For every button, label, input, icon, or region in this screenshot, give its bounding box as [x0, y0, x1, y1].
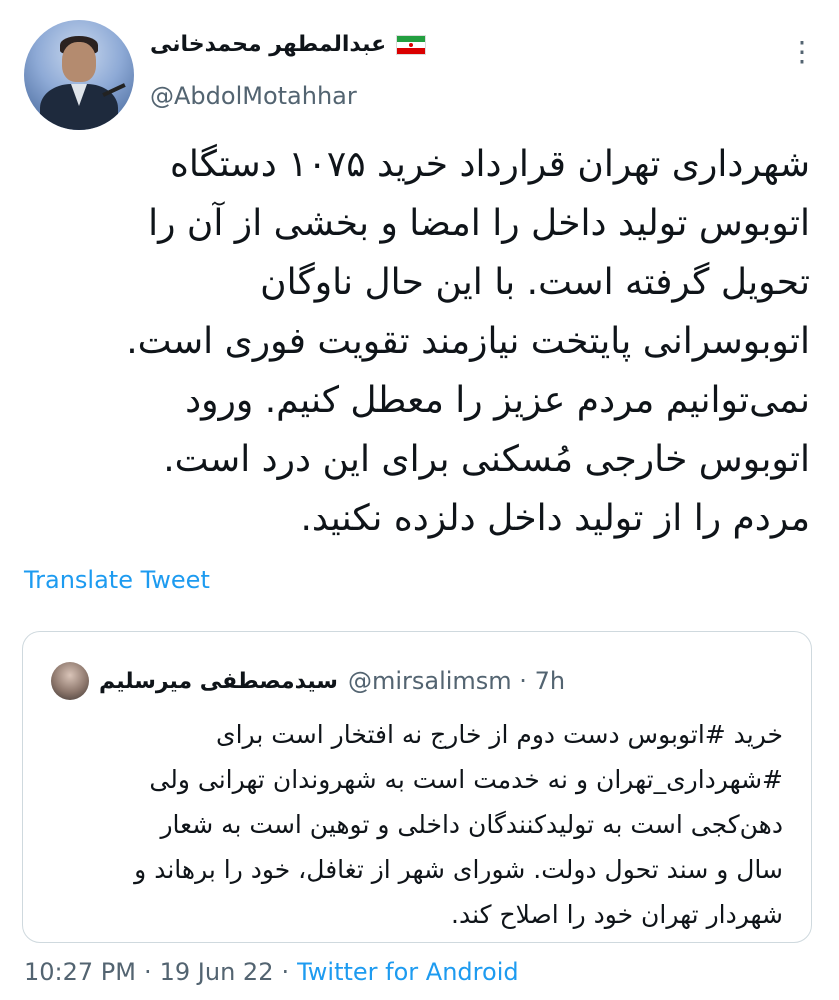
quoted-line: شهردار تهران خود را اصلاح کند.	[451, 900, 783, 929]
quoted-tweet-header: سیدمصطفی میرسلیم @mirsalimsm · 7h	[51, 662, 565, 700]
iran-flag-icon	[396, 34, 427, 55]
tweet-source[interactable]: Twitter for Android	[297, 958, 518, 986]
tweet-line: نمی‌توانیم مردم عزیز را معطل کنیم. ورود	[185, 380, 810, 421]
quoted-tweet[interactable]: سیدمصطفی میرسلیم @mirsalimsm · 7h خرید #…	[22, 631, 812, 943]
separator: ·	[281, 958, 290, 986]
author-avatar[interactable]	[24, 20, 134, 130]
author-row: عبدالمطهر محمدخانی	[150, 32, 427, 57]
more-options-icon[interactable]: ⋮	[788, 38, 816, 66]
quoted-line: سال و سند تحول دولت. شورای شهر از تغافل،…	[134, 855, 783, 884]
author-handle[interactable]: @AbdolMotahhar	[150, 82, 357, 110]
tweet-line: اتوبوس تولید داخل را امضا و بخشی از آن ر…	[148, 203, 810, 244]
tweet-line: مردم را از تولید داخل دلزده نکنید.	[300, 498, 810, 539]
author-name[interactable]: عبدالمطهر محمدخانی	[150, 32, 386, 57]
separator: ·	[143, 958, 152, 986]
quoted-author-name[interactable]: سیدمصطفی میرسلیم	[99, 669, 338, 694]
quoted-tweet-text: خرید #اتوبوس دست دوم از خارج نه افتخار ا…	[53, 712, 783, 937]
translate-tweet-link[interactable]: Translate Tweet	[24, 566, 210, 594]
tweet-text: شهرداری تهران قرارداد خرید ۱۰۷۵ دستگاه ا…	[20, 135, 810, 548]
tweet-line: اتوبوس خارجی مُسکنی برای این درد است.	[163, 439, 810, 480]
quoted-author-handle-time[interactable]: @mirsalimsm · 7h	[348, 667, 565, 695]
quoted-line: خرید #اتوبوس دست دوم از خارج نه افتخار ا…	[216, 720, 783, 749]
tweet-line: شهرداری تهران قرارداد خرید ۱۰۷۵ دستگاه	[169, 144, 810, 185]
tweet-time[interactable]: 10:27 PM	[24, 958, 136, 986]
tweet-meta: 10:27 PM · 19 Jun 22 · Twitter for Andro…	[24, 958, 519, 986]
tweet-date[interactable]: 19 Jun 22	[160, 958, 274, 986]
quoted-line: #شهرداری_تهران و نه خدمت است به شهروندان…	[149, 765, 783, 794]
quoted-line: دهن‌کجی است به تولیدکنندگان داخلی و توهی…	[160, 810, 783, 839]
quoted-author-avatar[interactable]	[51, 662, 89, 700]
tweet-line: اتوبوسرانی پایتخت نیازمند تقویت فوری است…	[126, 321, 810, 362]
tweet-line: تحویل گرفته است. با این حال ناوگان	[260, 262, 810, 303]
